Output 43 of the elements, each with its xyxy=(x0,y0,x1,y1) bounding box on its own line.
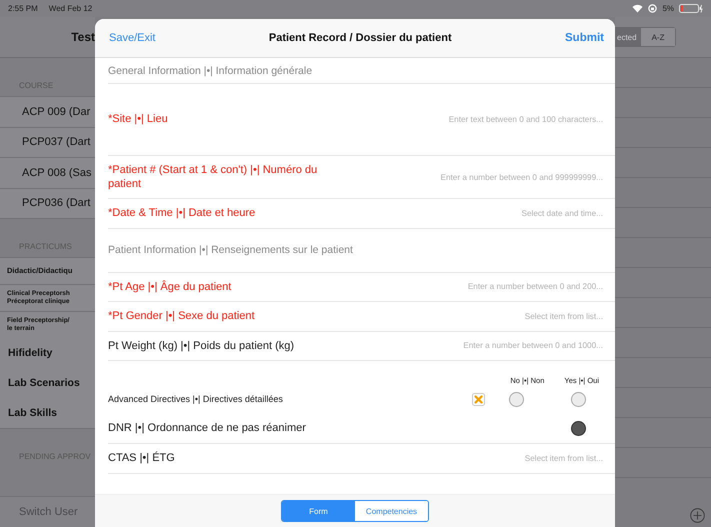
field-label: CTAS |•| ÉTG xyxy=(108,451,175,466)
sidebar-item[interactable]: Lab Skills xyxy=(8,407,58,419)
sort-tab[interactable]: A-Z xyxy=(640,28,676,46)
input-field[interactable]: Enter a number between 0 and 200... xyxy=(418,282,603,292)
input-field[interactable]: Select item from list... xyxy=(473,312,603,321)
radio-button[interactable] xyxy=(570,392,586,407)
field-label: Advanced Directives |•| Directives détaillées xyxy=(108,394,283,406)
status-time: 2:55 PM xyxy=(8,4,38,13)
sidebar-item[interactable]: PCP037 (Dart xyxy=(22,136,90,148)
tab[interactable]: Form xyxy=(282,501,355,521)
tab[interactable]: Competencies xyxy=(355,501,428,521)
sidebar-item[interactable]: Lab Scenarios xyxy=(8,377,80,389)
wifi-icon xyxy=(632,4,644,13)
input-field[interactable]: Select date and time... xyxy=(478,208,603,218)
clear-icon[interactable] xyxy=(472,393,485,406)
sidebar-item[interactable]: ACP 008 (Sas xyxy=(22,166,92,179)
input-field[interactable]: Enter a number between 0 and 999999999... xyxy=(388,172,603,182)
field-label: DNR |•| Ordonnance de ne pas réanimer xyxy=(108,421,306,436)
save-exit-button[interactable]: Save/Exit xyxy=(109,32,156,44)
dialog-title: Patient Record / Dossier du patient xyxy=(268,32,453,44)
battery-icon xyxy=(679,4,703,13)
field-label: Pt Weight (kg) |•| Poids du patient (kg) xyxy=(108,338,294,353)
radio-button[interactable] xyxy=(508,392,524,407)
input-field[interactable]: Enter a number between 0 and 1000... xyxy=(413,341,603,350)
input-field[interactable]: Enter text between 0 and 100 characters... xyxy=(383,115,603,124)
field-label: *Pt Gender |•| Sexe du patient xyxy=(108,309,255,324)
field-label: *Site |•| Lieu xyxy=(108,112,168,127)
sort-tab[interactable]: ected xyxy=(615,28,641,46)
field-label: *Patient # (Start at 1 & con't) |•| Numéro du patient xyxy=(108,162,318,192)
app-title: Test xyxy=(71,30,95,44)
status-date: Wed Feb 12 xyxy=(48,4,92,13)
field-label: *Pt Age |•| Âge du patient xyxy=(108,280,232,294)
sidebar-item[interactable]: PCP036 (Dart xyxy=(22,197,90,210)
section-title: Patient Information |•| Renseignements sur le patient xyxy=(108,244,353,256)
battery-percent: 5% xyxy=(662,4,674,13)
submit-button[interactable]: Submit xyxy=(565,32,604,44)
input-field[interactable]: Select item from list... xyxy=(473,454,603,463)
sidebar-item[interactable]: Hifidelity xyxy=(8,347,52,359)
radio-button[interactable] xyxy=(570,421,586,436)
section-title: General Information |•| Information générale xyxy=(108,64,312,76)
field-label: *Date & Time |•| Date et heure xyxy=(108,206,256,220)
sidebar-item[interactable]: ACP 009 (Dar xyxy=(22,106,90,118)
add-icon[interactable] xyxy=(690,508,705,522)
